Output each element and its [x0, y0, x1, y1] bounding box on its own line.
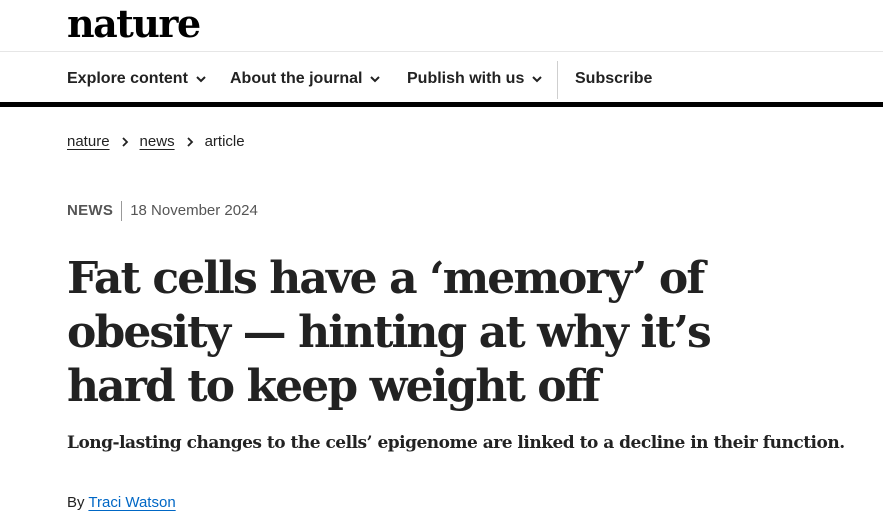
nav-item-label: Explore content	[67, 70, 188, 87]
meta-divider	[121, 201, 123, 221]
nav-about-the-journal[interactable]: About the journal	[230, 68, 381, 90]
nav-subscribe[interactable]: Subscribe	[575, 68, 652, 90]
breadcrumb-news[interactable]: news	[140, 132, 175, 152]
chevron-right-icon	[186, 137, 193, 147]
site-header: nature	[0, 0, 883, 52]
chevron-right-icon	[121, 137, 128, 147]
nav-item-label: Publish with us	[407, 70, 525, 87]
article-type: NEWS	[67, 202, 114, 219]
author-link[interactable]: Traci Watson	[88, 494, 175, 511]
breadcrumb: nature news article	[67, 132, 245, 152]
nav-item-label: About the journal	[230, 70, 363, 87]
article-title: Fat cells have a ‘memory’ of obesity — h…	[67, 253, 712, 412]
main-navigation: Explore content About the journal Publis…	[0, 53, 883, 107]
chevron-down-icon	[370, 76, 381, 83]
breadcrumb-nature[interactable]: nature	[67, 132, 110, 152]
nature-logo[interactable]: nature	[67, 2, 201, 46]
byline: By Traci Watson	[67, 493, 176, 513]
nav-item-label: Subscribe	[575, 70, 653, 87]
chevron-down-icon	[532, 76, 543, 83]
nav-explore-content[interactable]: Explore content	[67, 68, 207, 90]
article-standfirst: Long-lasting changes to the cells’ epige…	[67, 433, 845, 453]
article-meta: NEWS 18 November 2024	[67, 201, 258, 221]
nav-divider	[557, 61, 558, 99]
byline-prefix: By	[67, 494, 85, 511]
breadcrumb-article: article	[204, 133, 245, 150]
chevron-down-icon	[196, 76, 206, 83]
nav-publish-with-us[interactable]: Publish with us	[407, 68, 543, 90]
article-date: 18 November 2024	[130, 202, 258, 219]
